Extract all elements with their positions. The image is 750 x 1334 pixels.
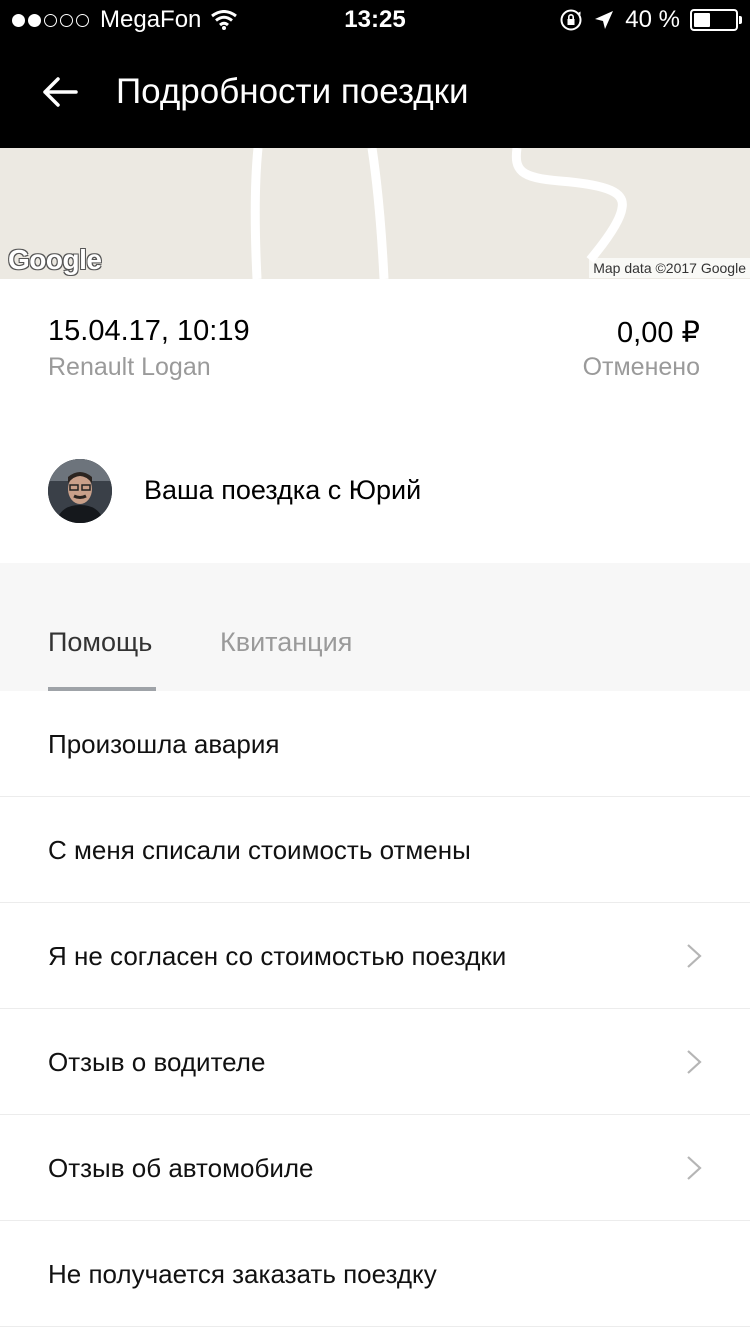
rotation-lock-icon	[560, 9, 582, 31]
app-header: Подробности поездки	[0, 40, 750, 148]
list-item-label: С меня списали стоимость отмены	[48, 835, 471, 865]
location-arrow-icon	[595, 11, 614, 29]
help-list: Произошла авария С меня списали стоимост…	[0, 691, 750, 1327]
chevron-right-icon	[687, 1050, 702, 1074]
help-item-cannot-order[interactable]: Не получается заказать поездку	[0, 1221, 750, 1327]
back-button[interactable]	[40, 70, 92, 114]
tab-help[interactable]: Помощь	[48, 627, 152, 658]
trip-status: Отменено	[582, 353, 700, 381]
map-attribution: Map data ©2017 Google	[589, 258, 750, 278]
tab-bar: Помощь Квитанция	[0, 563, 750, 691]
chevron-right-icon	[687, 944, 702, 968]
driver-row[interactable]: Ваша поездка с Юрий	[0, 419, 750, 563]
help-item-driver-feedback[interactable]: Отзыв о водителе	[0, 1009, 750, 1115]
help-item-vehicle-feedback[interactable]: Отзыв об автомобиле	[0, 1115, 750, 1221]
trip-car: Renault Logan	[48, 353, 211, 381]
trip-map[interactable]: Google Map data ©2017 Google	[0, 148, 750, 279]
help-item-cancellation-fee[interactable]: С меня списали стоимость отмены	[0, 797, 750, 903]
chevron-right-icon	[687, 1156, 702, 1180]
driver-name-text: Ваша поездка с Юрий	[144, 475, 422, 505]
list-item-label: Произошла авария	[48, 729, 280, 759]
battery-icon	[690, 9, 742, 31]
page-title: Подробности поездки	[116, 72, 469, 111]
status-bar: MegaFon 13:25 40 %	[0, 0, 750, 40]
trip-summary: 15.04.17, 10:19 Renault Logan 0,00 ₽ Отм…	[0, 279, 750, 419]
list-item-label: Не получается заказать поездку	[48, 1259, 437, 1289]
help-item-fare-dispute[interactable]: Я не согласен со стоимостью поездки	[0, 903, 750, 1009]
trip-datetime: 15.04.17, 10:19	[48, 315, 250, 347]
list-item-label: Отзыв о водителе	[48, 1047, 266, 1077]
battery-percent: 40 %	[625, 6, 680, 33]
google-logo: Google	[8, 244, 102, 275]
list-item-label: Я не согласен со стоимостью поездки	[48, 941, 507, 971]
driver-photo	[48, 459, 112, 523]
battery-fill	[694, 13, 710, 27]
help-item-accident[interactable]: Произошла авария	[0, 691, 750, 797]
status-right: 40 %	[549, 6, 742, 34]
trip-price: 0,00 ₽	[617, 317, 700, 349]
tab-receipt[interactable]: Квитанция	[220, 627, 352, 658]
avatar	[48, 459, 112, 523]
list-item-label: Отзыв об автомобиле	[48, 1153, 314, 1183]
arrow-left-icon	[43, 77, 78, 107]
